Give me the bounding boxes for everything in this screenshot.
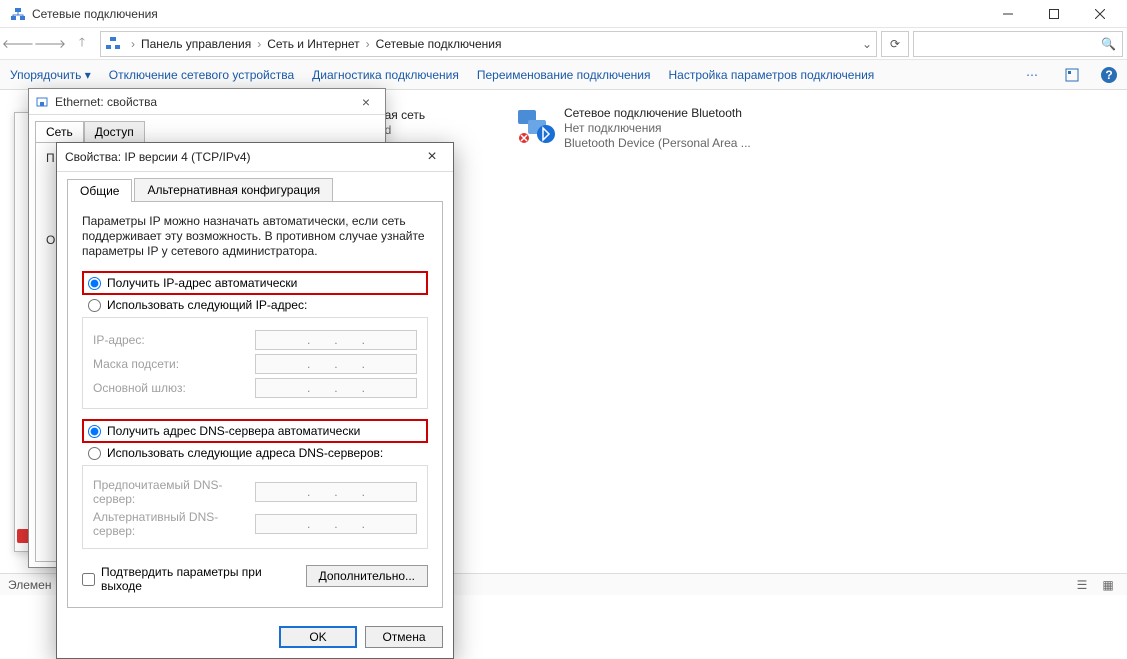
view-icon[interactable] <box>1061 64 1083 86</box>
breadcrumb[interactable]: › Панель управления › Сеть и Интернет › … <box>100 31 877 57</box>
radio-input[interactable] <box>88 299 101 312</box>
connection-name: Сетевое подключение Bluetooth <box>564 106 751 121</box>
help-icon[interactable]: ? <box>1101 67 1117 83</box>
details-view-button[interactable]: ☰ <box>1071 576 1093 594</box>
dns-fieldset: Предпочитаемый DNS-сервер:... Альтернати… <box>82 465 428 549</box>
cmd-organize[interactable]: Упорядочить ▾ <box>10 68 91 82</box>
radio-label: Использовать следующий IP-адрес: <box>107 298 307 312</box>
radio-dns-manual[interactable]: Использовать следующие адреса DNS-сервер… <box>82 443 428 463</box>
input-dns-alt: ... <box>255 514 417 534</box>
breadcrumb-node[interactable]: Сеть и Интернет <box>265 37 361 51</box>
bluetooth-connection-icon <box>516 106 556 146</box>
breadcrumb-sep: › <box>362 37 374 51</box>
input-gateway: ... <box>255 378 417 398</box>
tab-access[interactable]: Доступ <box>84 121 145 142</box>
breadcrumb-sep: › <box>127 37 139 51</box>
cmd-rename[interactable]: Переименование подключения <box>477 68 651 82</box>
cancel-button[interactable]: Отмена <box>365 626 443 648</box>
partial-text: nd <box>378 123 435 138</box>
advanced-button[interactable]: Дополнительно... <box>306 565 428 587</box>
icons-view-button[interactable]: ▦ <box>1097 576 1119 594</box>
cmd-more-icon[interactable]: ⋯ <box>1021 64 1043 86</box>
connection-status: Нет подключения <box>564 121 751 136</box>
breadcrumb-sep: › <box>253 37 265 51</box>
search-box[interactable]: 🔍 <box>913 31 1123 57</box>
close-button[interactable] <box>1077 0 1123 28</box>
dialog-titlebar[interactable]: Ethernet: свойства × <box>29 89 385 115</box>
tab-general[interactable]: Общие <box>67 179 132 202</box>
cmd-settings[interactable]: Настройка параметров подключения <box>668 68 874 82</box>
radio-input[interactable] <box>88 425 101 438</box>
tab-alternate-config[interactable]: Альтернативная конфигурация <box>134 178 333 201</box>
label-dns-alt: Альтернативный DNS-сервер: <box>93 510 255 538</box>
close-button[interactable]: × <box>419 148 445 166</box>
close-button[interactable]: × <box>353 94 379 110</box>
network-icon <box>10 6 26 22</box>
label-dns-primary: Предпочитаемый DNS-сервер: <box>93 478 255 506</box>
command-bar: Упорядочить ▾ Отключение сетевого устрой… <box>0 60 1127 90</box>
partial-text: ная сеть <box>378 108 435 123</box>
label-gateway: Основной шлюз: <box>93 381 255 395</box>
checkbox-label: Подтвердить параметры при выходе <box>101 565 306 593</box>
dialog-title: Свойства: IP версии 4 (TCP/IPv4) <box>65 150 419 164</box>
cmd-diagnose[interactable]: Диагностика подключения <box>312 68 459 82</box>
up-button[interactable]: 🡑 <box>68 32 96 56</box>
status-elements: Элемен <box>8 578 51 592</box>
connection-device: Bluetooth Device (Personal Area ... <box>564 136 751 151</box>
label-mask: Маска подсети: <box>93 357 255 371</box>
search-input[interactable] <box>920 37 1101 51</box>
minimize-button[interactable] <box>985 0 1031 28</box>
radio-label: Получить IP-адрес автоматически <box>107 276 297 290</box>
address-bar-row: 🡐 🡒 🡑 › Панель управления › Сеть и Интер… <box>0 28 1127 60</box>
window-titlebar: Сетевые подключения <box>0 0 1127 28</box>
network-folder-icon <box>105 36 121 52</box>
radio-input[interactable] <box>88 277 101 290</box>
dialog-ipv4-properties[interactable]: Свойства: IP версии 4 (TCP/IPv4) × Общие… <box>56 142 454 659</box>
checkbox-validate[interactable] <box>82 573 95 586</box>
refresh-button[interactable]: ⟳ <box>881 31 909 57</box>
chevron-down-icon[interactable]: ⌄ <box>862 37 872 51</box>
forward-button[interactable]: 🡒 <box>36 32 64 56</box>
ethernet-icon <box>35 95 49 109</box>
maximize-button[interactable] <box>1031 0 1077 28</box>
tab-network[interactable]: Сеть <box>35 121 84 142</box>
window-title: Сетевые подключения <box>32 7 158 21</box>
breadcrumb-node[interactable]: Сетевые подключения <box>374 37 504 51</box>
radio-label: Использовать следующие адреса DNS-сервер… <box>107 446 383 460</box>
connection-item-bluetooth[interactable]: Сетевое подключение Bluetooth Нет подклю… <box>516 106 751 151</box>
radio-ip-manual[interactable]: Использовать следующий IP-адрес: <box>82 295 428 315</box>
dialog-titlebar[interactable]: Свойства: IP версии 4 (TCP/IPv4) × <box>57 143 453 171</box>
ok-button[interactable]: OK <box>279 626 357 648</box>
dialog-title: Ethernet: свойства <box>55 95 353 109</box>
radio-dns-auto[interactable]: Получить адрес DNS-сервера автоматически <box>82 419 428 443</box>
back-button[interactable]: 🡐 <box>4 32 32 56</box>
radio-input[interactable] <box>88 447 101 460</box>
ip-fieldset: IP-адрес:... Маска подсети:... Основной … <box>82 317 428 409</box>
radio-label: Получить адрес DNS-сервера автоматически <box>107 424 360 438</box>
breadcrumb-node[interactable]: Панель управления <box>139 37 253 51</box>
input-subnet-mask: ... <box>255 354 417 374</box>
label-ip: IP-адрес: <box>93 333 255 347</box>
search-icon: 🔍 <box>1101 37 1116 51</box>
input-dns-primary: ... <box>255 482 417 502</box>
input-ip-address: ... <box>255 330 417 350</box>
radio-ip-auto[interactable]: Получить IP-адрес автоматически <box>82 271 428 295</box>
description-text: Параметры IP можно назначать автоматичес… <box>82 214 428 259</box>
cmd-disable-device[interactable]: Отключение сетевого устройства <box>109 68 294 82</box>
